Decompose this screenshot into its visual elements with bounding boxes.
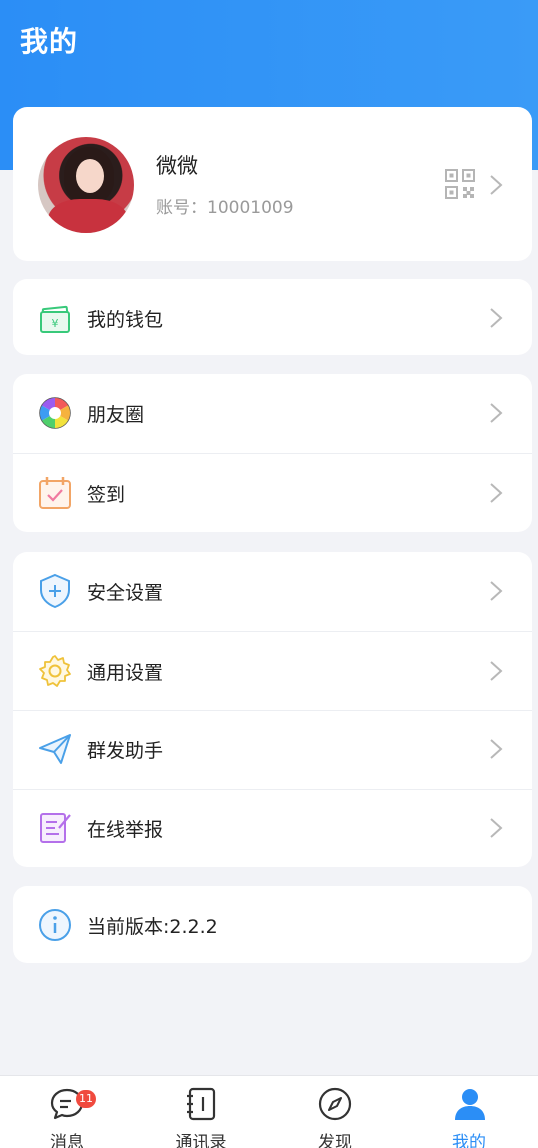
gear-icon — [39, 655, 71, 687]
chevron-right-icon — [490, 175, 503, 195]
social-group: 朋友圈 签到 — [13, 374, 532, 532]
menu-item-label: 安全设置 — [87, 582, 164, 604]
wallet-icon: ¥ — [40, 305, 70, 333]
bottom-tab-bar: 11 消息 通讯录 发现 我的 — [0, 1075, 538, 1148]
chevron-right-icon — [490, 661, 503, 681]
tab-messages[interactable]: 11 消息 — [0, 1076, 134, 1148]
settings-group: 安全设置 通用设置 群发助手 在线举报 — [13, 552, 532, 867]
report-edit-icon — [40, 813, 71, 843]
compass-icon — [318, 1087, 352, 1121]
checkin-calendar-icon — [39, 477, 71, 509]
version-card: 当前版本:2.2.2 — [13, 886, 532, 963]
chevron-right-icon — [490, 818, 503, 838]
avatar[interactable] — [38, 137, 134, 233]
menu-item-label: 朋友圈 — [87, 404, 145, 426]
tab-label: 通讯录 — [175, 1133, 227, 1148]
profile-account: 账号：10001009 — [156, 198, 294, 218]
menu-item-general-settings[interactable]: 通用设置 — [13, 632, 532, 710]
menu-item-wallet[interactable]: ¥ 我的钱包 — [13, 279, 532, 355]
contacts-book-icon — [187, 1087, 216, 1121]
menu-item-checkin[interactable]: 签到 — [13, 454, 532, 532]
chevron-right-icon — [490, 581, 503, 601]
svg-text:¥: ¥ — [52, 317, 59, 330]
qr-code-icon[interactable] — [445, 169, 475, 199]
version-label: 当前版本:2.2.2 — [87, 916, 218, 938]
chevron-right-icon — [490, 403, 503, 423]
menu-item-online-report[interactable]: 在线举报 — [13, 789, 532, 867]
profile-card[interactable]: 微微 账号：10001009 — [13, 107, 532, 261]
chevron-right-icon — [490, 739, 503, 759]
menu-item-moments[interactable]: 朋友圈 — [13, 374, 532, 452]
person-icon — [455, 1089, 485, 1120]
profile-name: 微微 — [156, 154, 198, 178]
chevron-right-icon — [490, 483, 503, 503]
paper-plane-icon — [39, 734, 71, 764]
wallet-card[interactable]: ¥ 我的钱包 — [13, 279, 532, 355]
tab-me[interactable]: 我的 — [402, 1076, 538, 1148]
unread-badge: 11 — [76, 1090, 96, 1108]
moments-icon — [39, 397, 71, 429]
menu-item-security-settings[interactable]: 安全设置 — [13, 552, 532, 630]
menu-item-label: 签到 — [87, 484, 126, 506]
version-row: 当前版本:2.2.2 — [13, 886, 532, 963]
tab-label: 消息 — [50, 1133, 84, 1148]
page-title: 我的 — [20, 25, 79, 58]
tab-contacts[interactable]: 通讯录 — [134, 1076, 268, 1148]
tab-label: 我的 — [452, 1133, 486, 1148]
shield-icon — [40, 573, 70, 609]
info-icon — [39, 909, 71, 941]
chevron-right-icon — [490, 308, 503, 328]
menu-item-label: 在线举报 — [87, 819, 164, 841]
menu-item-label: 群发助手 — [87, 740, 164, 762]
tab-discover[interactable]: 发现 — [268, 1076, 402, 1148]
menu-item-broadcast-assistant[interactable]: 群发助手 — [13, 710, 532, 788]
menu-item-label: 我的钱包 — [87, 309, 164, 331]
tab-label: 发现 — [318, 1133, 352, 1148]
menu-item-label: 通用设置 — [87, 662, 164, 684]
